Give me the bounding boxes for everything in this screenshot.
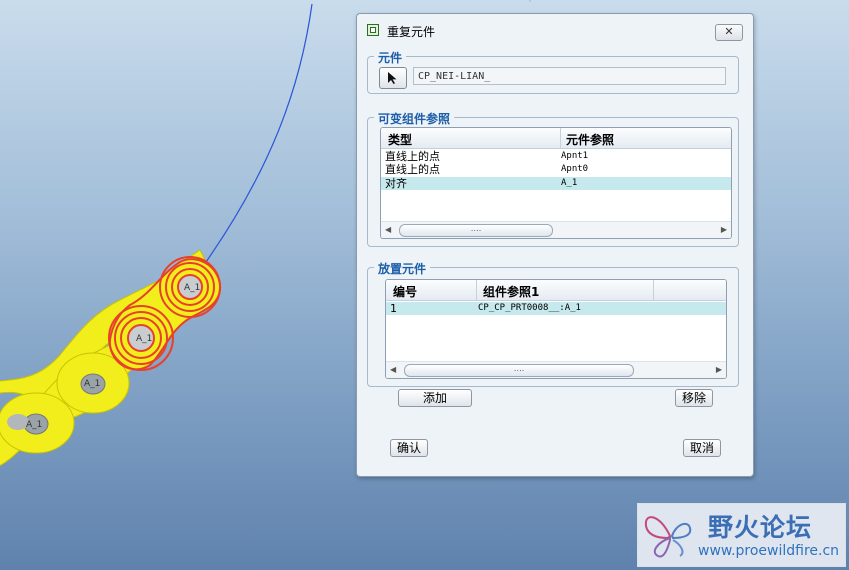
horizontal-scrollbar[interactable]: ◀ …. ▶ <box>386 361 726 378</box>
column-header-ref[interactable]: 元件参照 <box>566 131 614 148</box>
column-divider[interactable] <box>476 280 477 300</box>
table-row[interactable]: 直线上的点 Apnt0 <box>381 163 731 176</box>
cell-type: 对齐 <box>385 177 407 190</box>
forum-watermark: 野火论坛 www.proewildfire.cn <box>637 503 846 567</box>
cell-number: 1 <box>390 302 397 315</box>
table-row[interactable]: 直线上的点 Apnt1 <box>381 150 731 163</box>
select-component-button[interactable] <box>379 67 407 89</box>
dialog-app-icon <box>367 24 379 36</box>
cell-ref: A_1 <box>561 178 578 188</box>
close-button[interactable]: ✕ <box>715 24 743 41</box>
watermark-title: 野火论坛 <box>708 513 813 542</box>
ok-button[interactable]: 确认 <box>390 439 428 457</box>
axis-label: A_1 <box>184 283 200 293</box>
scroll-thumb[interactable]: …. <box>399 224 553 237</box>
placement-legend: 放置元件 <box>374 260 431 277</box>
cell-type: 直线上的点 <box>385 163 440 176</box>
scroll-left-icon[interactable]: ◀ <box>385 225 391 234</box>
column-header-assembly-ref[interactable]: 组件参照1 <box>483 283 539 300</box>
axis-label: A_1 <box>136 334 152 344</box>
scroll-left-icon[interactable]: ◀ <box>390 365 396 374</box>
column-divider[interactable] <box>653 280 654 300</box>
scroll-right-icon[interactable]: ▶ <box>716 365 722 374</box>
variable-refs-table[interactable]: 类型 元件参照 直线上的点 Apnt1 直线上的点 Apnt0 对齐 A_1 ◀… <box>380 127 732 239</box>
cancel-button[interactable]: 取消 <box>683 439 721 457</box>
add-button[interactable]: 添加 <box>398 389 472 407</box>
component-group-legend: 元件 <box>374 49 407 66</box>
variable-refs-legend: 可变组件参照 <box>374 110 455 127</box>
highlighted-link[interactable] <box>108 256 222 371</box>
remove-button[interactable]: 移除 <box>675 389 713 407</box>
column-divider[interactable] <box>560 128 561 148</box>
axis-label: A_1 <box>26 420 42 430</box>
column-header-number[interactable]: 编号 <box>393 283 417 300</box>
cell-type: 直线上的点 <box>385 150 440 163</box>
table-header: 类型 元件参照 <box>381 128 731 149</box>
scroll-thumb[interactable]: …. <box>404 364 634 377</box>
repeat-component-dialog: 重复元件 ✕ 元件 CP_NEI-LIAN_ 可变组件参照 类型 元件参照 直线… <box>356 13 754 477</box>
horizontal-scrollbar[interactable]: ◀ …. ▶ <box>381 221 731 238</box>
table-row-selected[interactable]: 1 CP_CP_PRT0008__:A_1 <box>386 302 726 315</box>
scroll-right-icon[interactable]: ▶ <box>721 225 727 234</box>
watermark-url: www.proewildfire.cn <box>698 543 840 559</box>
column-header-type[interactable]: 类型 <box>388 131 412 148</box>
cell-ref: Apnt1 <box>561 151 589 161</box>
cell-ref: Apnt0 <box>561 164 589 174</box>
cell-assembly-ref: CP_CP_PRT0008__:A_1 <box>478 303 581 313</box>
table-header: 编号 组件参照1 <box>386 280 726 301</box>
dialog-titlebar[interactable]: 重复元件 ✕ <box>357 14 753 46</box>
component-name-field[interactable]: CP_NEI-LIAN_ <box>413 67 726 85</box>
cursor-arrow-icon <box>388 72 397 84</box>
placement-table[interactable]: 编号 组件参照1 1 CP_CP_PRT0008__:A_1 ◀ …. ▶ <box>385 279 727 379</box>
dialog-title: 重复元件 <box>387 25 436 39</box>
table-row-selected[interactable]: 对齐 A_1 <box>381 177 731 190</box>
butterfly-logo-icon <box>644 516 692 558</box>
axis-label: A_1 <box>84 379 100 389</box>
chain-curve <box>205 3 313 263</box>
